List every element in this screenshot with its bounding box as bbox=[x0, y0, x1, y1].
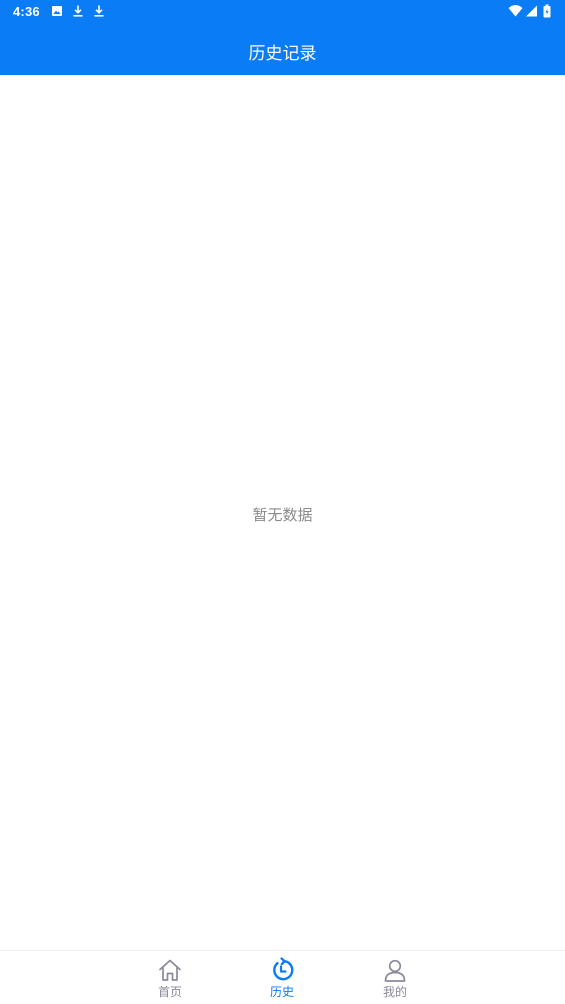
download-icon bbox=[73, 5, 83, 17]
photo-icon bbox=[52, 6, 62, 16]
app-screen: 4:36 历史记录 暂无数据 首页 历史 我的 bbox=[0, 0, 565, 1004]
nav-label-profile: 我的 bbox=[382, 985, 407, 999]
user-icon bbox=[384, 959, 406, 982]
nav-label-home: 首页 bbox=[157, 985, 182, 999]
nav-item-home[interactable]: 首页 bbox=[140, 957, 200, 1001]
history-list: 暂无数据 bbox=[0, 75, 565, 950]
status-bar: 4:36 bbox=[0, 0, 565, 24]
empty-state-message: 暂无数据 bbox=[252, 506, 313, 524]
wifi-icon bbox=[508, 5, 523, 17]
battery-icon bbox=[543, 4, 551, 18]
app-header: 历史记录 bbox=[0, 24, 565, 75]
history-icon bbox=[273, 957, 294, 981]
bottom-nav: 首页 历史 我的 bbox=[0, 950, 565, 1004]
home-icon bbox=[159, 959, 181, 981]
nav-label-history: 历史 bbox=[269, 985, 294, 999]
nav-item-history[interactable]: 历史 bbox=[252, 957, 312, 1001]
nav-item-profile[interactable]: 我的 bbox=[365, 957, 425, 1001]
status-time: 4:36 bbox=[13, 4, 40, 19]
download-icon bbox=[94, 5, 104, 17]
page-title: 历史记录 bbox=[248, 44, 317, 64]
signal-icon bbox=[526, 5, 537, 17]
